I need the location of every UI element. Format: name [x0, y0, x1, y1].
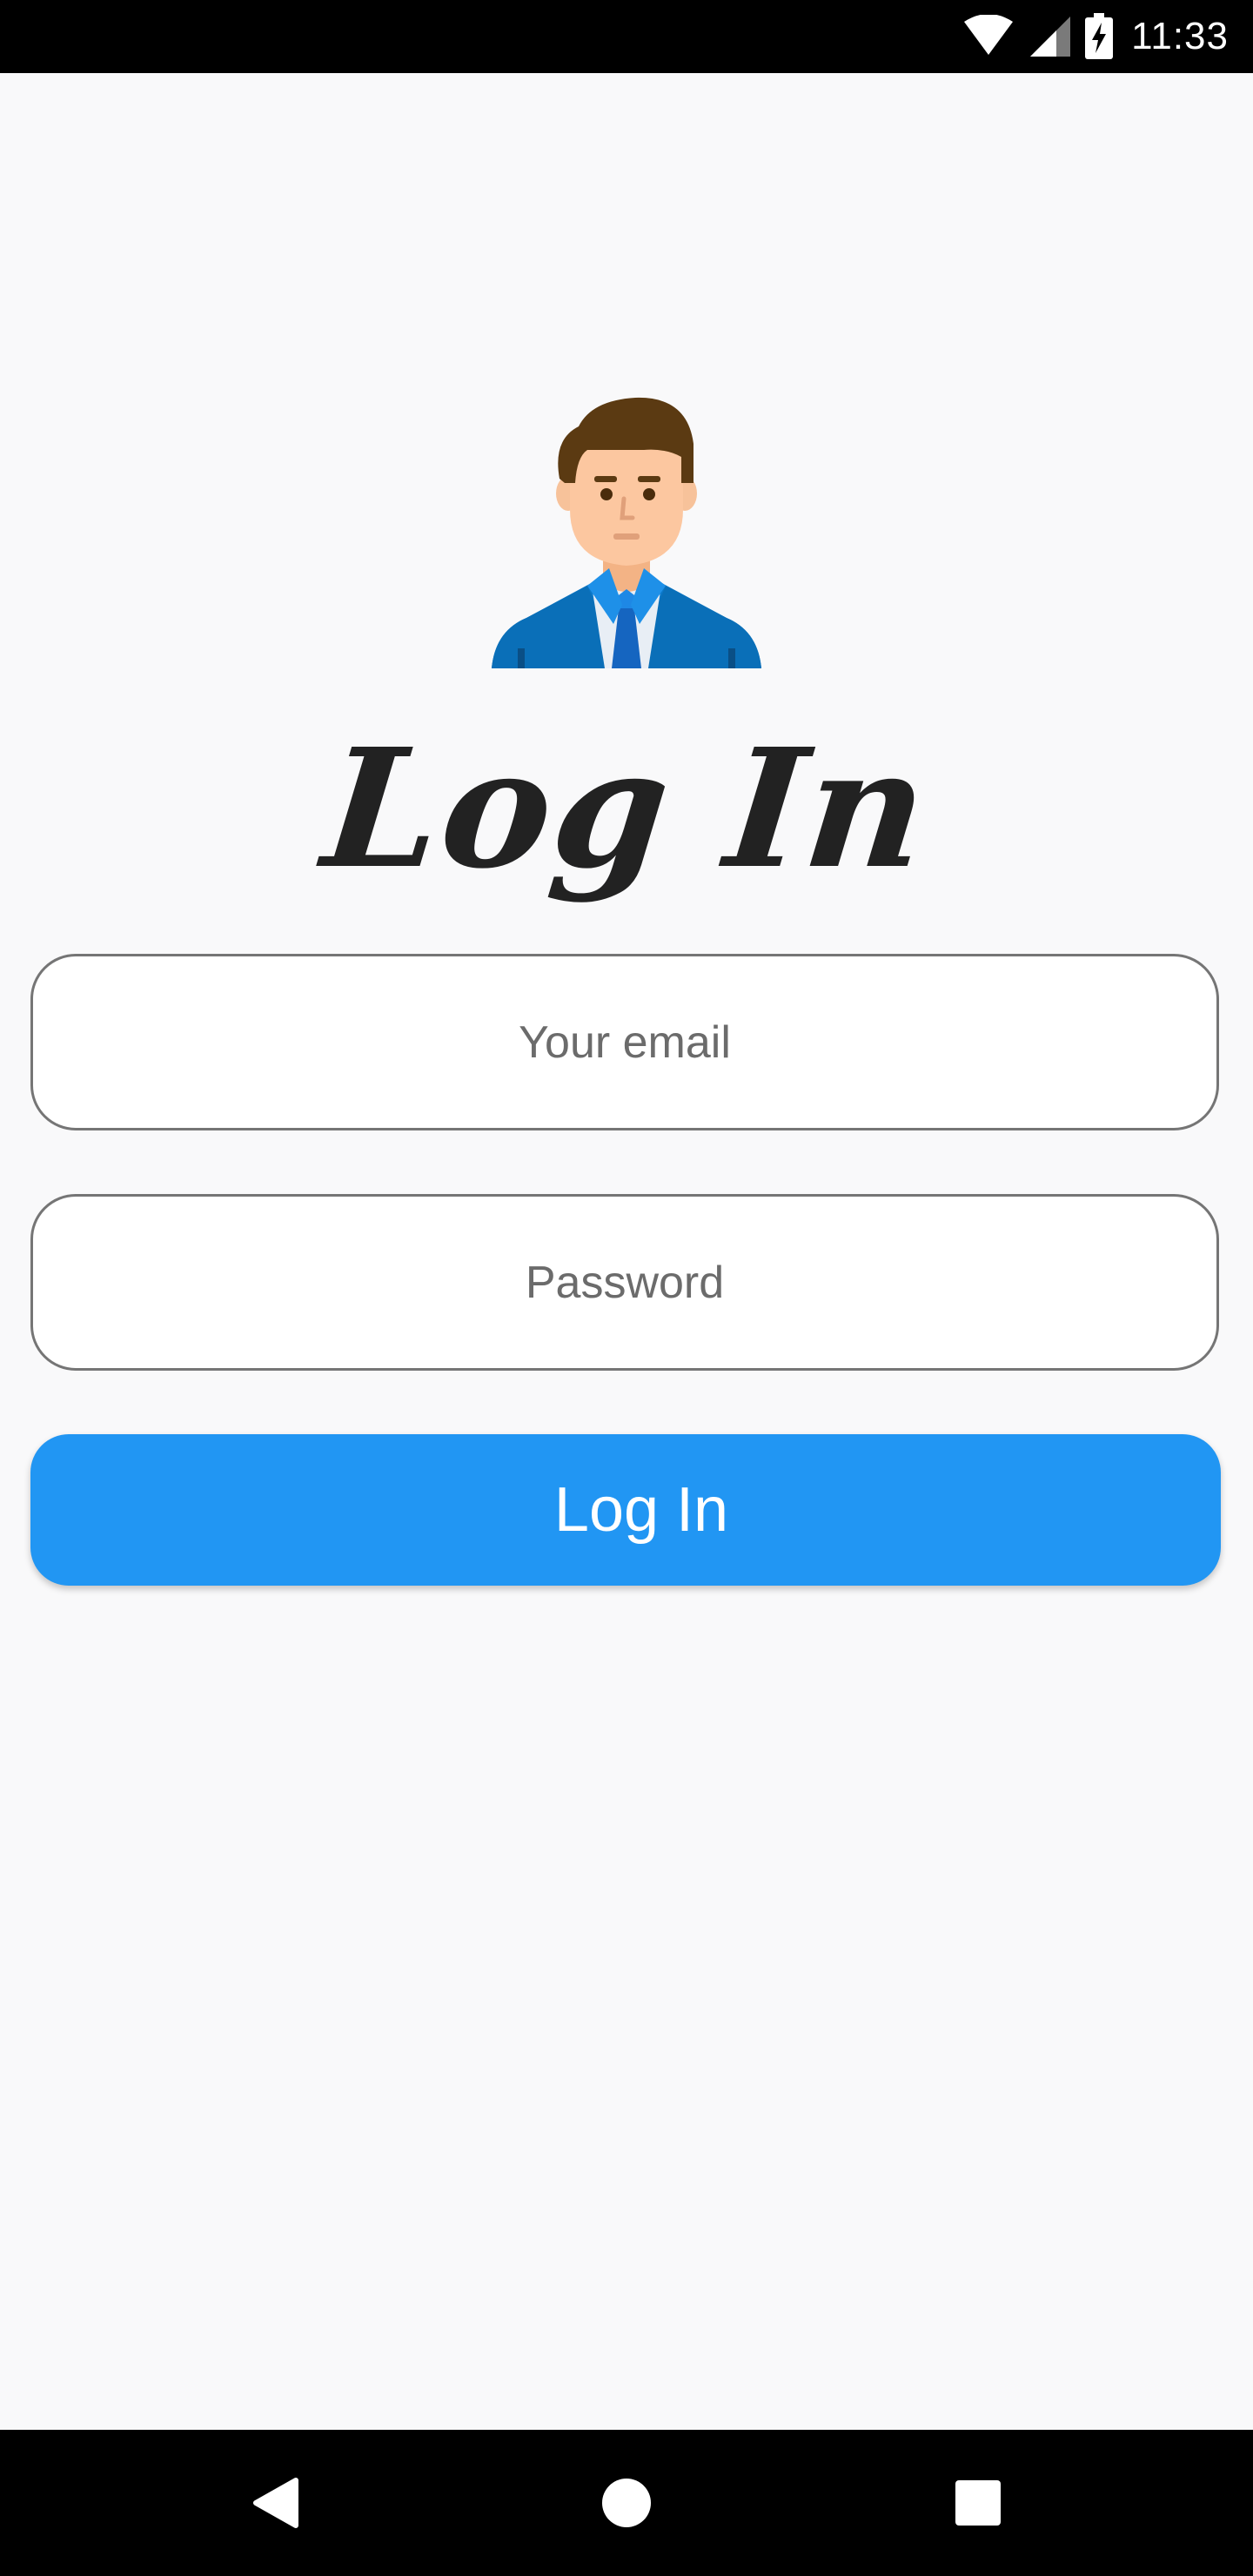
battery-charging-icon — [1085, 13, 1114, 59]
page-title: Log In — [315, 713, 938, 905]
cell-signal-icon — [1030, 17, 1071, 57]
login-button-label: Log In — [553, 1475, 729, 1545]
back-icon[interactable] — [251, 2477, 299, 2529]
password-input[interactable] — [33, 1196, 1216, 1369]
email-input[interactable] — [33, 956, 1216, 1129]
status-bar: 11:33 — [0, 0, 1253, 73]
navigation-bar — [0, 2430, 1253, 2576]
wifi-icon — [964, 15, 1014, 55]
password-field[interactable] — [30, 1194, 1219, 1371]
email-field[interactable] — [30, 954, 1219, 1130]
home-icon[interactable] — [600, 2477, 653, 2529]
status-icons: 11:33 — [962, 0, 1229, 73]
status-time: 11:33 — [1131, 15, 1229, 57]
login-button[interactable]: Log In — [30, 1434, 1221, 1586]
recents-icon[interactable] — [954, 2479, 1002, 2527]
user-avatar-icon — [492, 397, 761, 668]
